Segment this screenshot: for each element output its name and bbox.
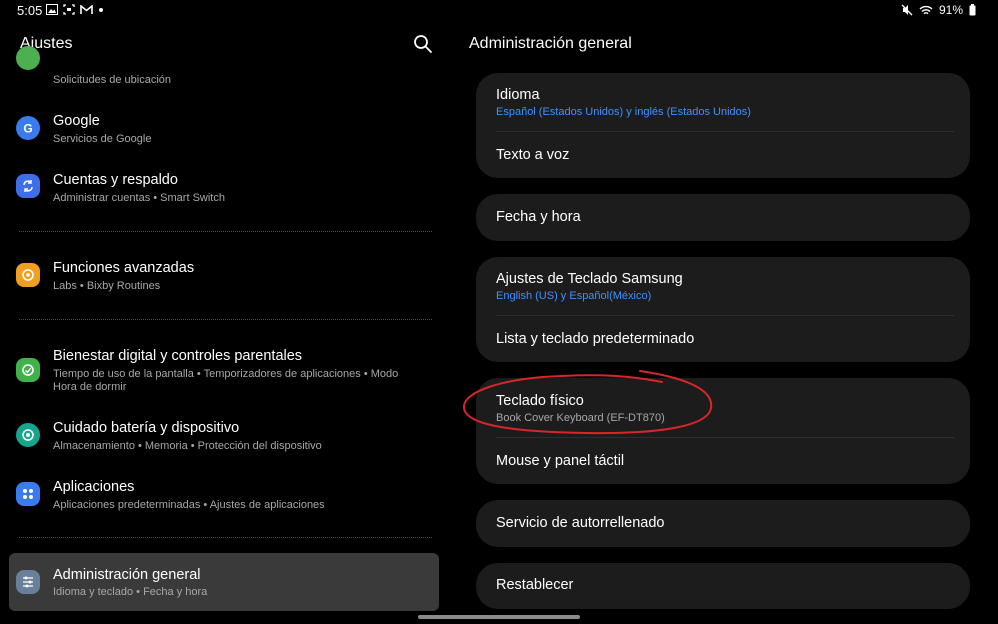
item-language[interactable]: Idioma Español (Estados Unidos) y inglés… xyxy=(496,87,954,118)
item-samsung-keyboard[interactable]: Ajustes de Teclado Samsung English (US) … xyxy=(496,271,954,302)
item-physical-keyboard-title: Teclado físico xyxy=(496,393,584,409)
settings-item-advanced-title: Funciones avanzadas xyxy=(53,260,195,276)
settings-item-google-title: Google xyxy=(53,113,100,129)
settings-item-location-subtitle: Solicitudes de ubicación xyxy=(53,74,172,86)
battery-icon xyxy=(969,4,976,16)
settings-item-apps-title: Aplicaciones xyxy=(53,479,135,495)
item-tts[interactable]: Texto a voz xyxy=(496,147,954,163)
card-physical-keyboard: Teclado físico Book Cover Keyboard (EF-D… xyxy=(476,378,970,484)
item-default-keyboard[interactable]: Lista y teclado predeterminado xyxy=(496,331,954,347)
item-physical-keyboard[interactable]: Teclado físico Book Cover Keyboard (EF-D… xyxy=(496,393,954,424)
item-date-time[interactable]: Fecha y hora xyxy=(496,209,954,225)
item-date-time-title: Fecha y hora xyxy=(496,209,581,225)
mute-icon xyxy=(901,4,913,16)
item-autofill[interactable]: Servicio de autorrellenado xyxy=(496,515,954,531)
item-samsung-keyboard-subtitle: English (US) y Español(México) xyxy=(496,290,652,302)
google-icon: G xyxy=(16,116,40,140)
sliders-icon xyxy=(16,570,40,594)
divider xyxy=(496,315,954,316)
gmail-icon xyxy=(80,4,93,14)
item-language-subtitle: Español (Estados Unidos) y inglés (Estad… xyxy=(496,106,751,118)
item-mouse-touchpad[interactable]: Mouse y panel táctil xyxy=(496,453,954,469)
section-divider xyxy=(19,231,432,232)
star-gear-icon xyxy=(16,263,40,287)
location-icon xyxy=(16,46,40,70)
item-default-keyboard-title: Lista y teclado predeterminado xyxy=(496,331,695,347)
section-divider xyxy=(19,537,432,538)
item-autofill-title: Servicio de autorrellenado xyxy=(496,515,665,531)
divider xyxy=(496,131,954,132)
settings-list: Solicitudes de ubicación G Google Servic… xyxy=(0,46,440,624)
settings-item-apps[interactable]: Aplicaciones Aplicaciones predeterminada… xyxy=(9,472,439,520)
settings-item-wellbeing[interactable]: Bienestar digital y controles parentales… xyxy=(9,341,439,399)
settings-item-apps-subtitle: Aplicaciones predeterminadas • Ajustes d… xyxy=(53,499,325,511)
sync-icon xyxy=(16,174,40,198)
settings-item-device-care[interactable]: Cuidado batería y dispositivo Almacenami… xyxy=(9,413,439,461)
card-reset: Restablecer xyxy=(476,563,970,609)
card-autofill: Servicio de autorrellenado xyxy=(476,500,970,547)
card-language: Idioma Español (Estados Unidos) y inglés… xyxy=(476,73,970,178)
settings-item-google[interactable]: G Google Servicios de Google xyxy=(9,106,439,154)
settings-item-wellbeing-title: Bienestar digital y controles parentales xyxy=(53,348,303,364)
status-bar: 5:05 91% xyxy=(0,0,998,22)
settings-item-general-management-title: Administración general xyxy=(53,567,201,583)
status-time: 5:05 xyxy=(17,3,43,18)
settings-item-advanced-subtitle: Labs • Bixby Routines xyxy=(53,280,161,292)
settings-item-general-management[interactable]: Administración general Idioma y teclado … xyxy=(9,553,439,611)
battery-level: 91% xyxy=(938,3,963,17)
item-tts-title: Texto a voz xyxy=(496,147,570,163)
settings-item-wellbeing-subtitle: Tiempo de uso de la pantalla • Temporiza… xyxy=(53,368,399,393)
settings-item-google-subtitle: Servicios de Google xyxy=(53,133,152,145)
page-title: Administración general xyxy=(469,35,632,52)
item-mouse-touchpad-title: Mouse y panel táctil xyxy=(496,453,625,469)
image-icon xyxy=(46,4,58,15)
section-divider xyxy=(19,319,432,320)
card-keyboard: Ajustes de Teclado Samsung English (US) … xyxy=(476,257,970,362)
wifi-icon xyxy=(919,5,933,14)
settings-item-device-care-subtitle: Almacenamiento • Memoria • Protección de… xyxy=(53,440,322,452)
settings-item-accounts-subtitle: Administrar cuentas • Smart Switch xyxy=(53,192,225,204)
settings-item-location[interactable]: Solicitudes de ubicación xyxy=(9,46,439,90)
settings-item-device-care-title: Cuidado batería y dispositivo xyxy=(53,420,240,436)
device-care-icon xyxy=(16,423,40,447)
settings-item-accounts[interactable]: Cuentas y respaldo Administrar cuentas •… xyxy=(9,164,439,212)
item-reset[interactable]: Restablecer xyxy=(496,577,954,593)
screenshot-icon xyxy=(63,4,75,15)
settings-item-general-management-subtitle: Idioma y teclado • Fecha y hora xyxy=(53,586,208,598)
item-language-title: Idioma xyxy=(496,87,540,103)
divider xyxy=(496,437,954,438)
item-physical-keyboard-subtitle: Book Cover Keyboard (EF-DT870) xyxy=(496,412,665,424)
svg-text:G: G xyxy=(23,122,32,136)
settings-item-advanced[interactable]: Funciones avanzadas Labs • Bixby Routine… xyxy=(9,253,439,301)
wellbeing-icon xyxy=(16,358,40,382)
card-datetime: Fecha y hora xyxy=(476,194,970,241)
home-indicator[interactable] xyxy=(418,615,580,619)
item-reset-title: Restablecer xyxy=(496,577,574,593)
search-icon[interactable] xyxy=(412,33,434,55)
apps-icon xyxy=(16,482,40,506)
settings-item-accounts-title: Cuentas y respaldo xyxy=(53,172,178,188)
dot-icon xyxy=(99,7,103,12)
item-samsung-keyboard-title: Ajustes de Teclado Samsung xyxy=(496,271,683,287)
